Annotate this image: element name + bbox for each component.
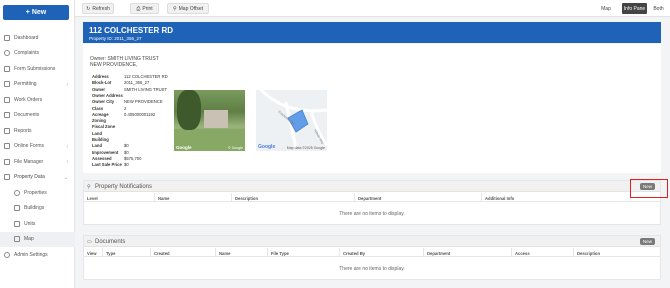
map-graphic: Colchester Rd Hillside Way [259,90,327,149]
col-additional-info[interactable]: Additional Info [485,196,514,201]
refresh-icon: ↻ [86,5,91,12]
tab-info-pane[interactable]: Info Pane [622,3,647,14]
property-notifications-panel: ⚲ Property Notifications New Level Name … [83,180,661,225]
new-button[interactable]: + New [3,5,69,20]
property-data-icon [4,174,10,181]
permit-icon [4,81,10,88]
documents-icon: ▭ [87,238,92,245]
col-type[interactable]: Type [106,251,115,256]
documents-columns: View Type Created Name File Type Created… [84,248,660,257]
chevron-left-icon: ‹ [66,159,68,165]
tab-both[interactable]: Both [651,3,666,14]
chevron-left-icon: ‹ [66,143,68,150]
form-icon [4,65,10,72]
properties-icon [14,189,20,196]
col-file-type[interactable]: File Type [271,251,289,256]
chevron-left-icon: ‹ [66,81,68,88]
top-toolbar: ↻ Refresh ⎙ Print ⚲ Map Offset Map Info Pan… [75,0,670,17]
notifications-empty-message: There are no items to display. [339,211,405,217]
sidebar-item-property-data[interactable]: Property Data ⌄ [0,170,75,186]
col-view[interactable]: View [87,251,96,256]
sidebar-item-complaints[interactable]: Complaints [0,46,75,62]
property-title: 112 COLCHESTER RD [89,26,174,35]
col-created[interactable]: Created [154,251,170,256]
col-department[interactable]: Department [427,251,450,256]
street-view-copyright: © Google [228,146,243,150]
col-description[interactable]: Description [577,251,600,256]
refresh-button[interactable]: ↻ Refresh [82,3,114,14]
notifications-columns: Level Name Description Department Additi… [84,193,660,202]
print-icon: ⎙ [136,5,141,12]
col-department[interactable]: Department [358,196,381,201]
parcel-map[interactable]: Colchester Rd Hillside Way Google Map da… [256,90,327,151]
chevron-down-icon: ⌄ [63,174,68,181]
notifications-header: ⚲ Property Notifications New [84,181,660,192]
online-forms-icon [4,143,10,150]
sidebar-item-buildings[interactable]: Buildings [0,201,75,217]
map-pin-icon: ⚲ [172,5,177,12]
sidebar-item-units[interactable]: Units [0,216,75,232]
col-level[interactable]: Level [87,196,98,201]
house-shape [204,110,228,128]
map-icon [14,236,20,243]
building-icon [14,205,20,212]
print-button[interactable]: ⎙ Print [130,3,159,14]
property-info-card: Owner: SMITH LIVING TRUST NEW PROVIDENCE… [83,44,661,173]
sidebar-item-work-orders[interactable]: Work Orders [0,92,75,108]
sidebar-item-reports[interactable]: Reports [0,123,75,139]
sidebar-item-file-manager[interactable]: File Manager ‹ [0,154,75,170]
work-order-icon [4,96,10,103]
sidebar-item-permitting[interactable]: Permitting ‹ [0,77,75,93]
dashboard-icon [4,34,10,41]
sidebar-item-online-forms[interactable]: Online Forms ‹ [0,139,75,155]
google-logo: Google [258,144,276,150]
sidebar-item-admin-settings[interactable]: Admin Settings [0,247,75,263]
tab-map[interactable]: Map [597,3,615,14]
new-document-button[interactable]: New [640,238,655,245]
documents-empty-message: There are no items to display. [339,266,405,272]
col-access[interactable]: Access [515,251,530,256]
highlight-annotation [630,179,668,198]
col-name[interactable]: Name [219,251,230,256]
documents-icon [4,112,10,119]
property-header: 112 COLCHESTER RD Property ID: 2011_356_… [83,22,661,43]
notifications-title: Property Notifications [95,184,153,190]
units-icon [14,220,20,227]
sidebar-nav: Dashboard Complaints Form Submissions Pe… [0,30,75,263]
pin-icon: ⚲ [87,183,91,190]
sidebar-item-map[interactable]: Map [0,231,75,247]
owner-city-line: NEW PROVIDENCE, [90,62,138,68]
reports-icon [4,127,10,134]
documents-panel: ▭ Documents New View Type Created Name F… [83,235,661,280]
documents-title: Documents [95,239,126,245]
sidebar-item-dashboard[interactable]: Dashboard [0,30,75,46]
google-logo: Google [176,145,192,150]
folder-icon [4,158,10,165]
sidebar: + New Dashboard Complaints Form Submissi… [0,0,75,288]
street-view-image[interactable]: Google © Google [174,90,245,151]
gear-icon [4,251,10,258]
sidebar-item-properties[interactable]: Properties [0,185,75,201]
documents-header: ▭ Documents New [84,236,660,247]
col-created-by[interactable]: Created By [343,251,365,256]
sidebar-item-form-submissions[interactable]: Form Submissions [0,61,75,77]
map-copyright: Map data ©2025 Google [286,146,325,150]
col-description[interactable]: Description [235,196,258,201]
property-id: Property ID: 2011_356_27 [89,35,142,41]
complaints-icon [4,50,10,57]
sidebar-item-documents[interactable]: Documents [0,108,75,124]
col-name[interactable]: Name [158,196,169,201]
map-offset-button[interactable]: ⚲ Map Offset [167,3,209,14]
